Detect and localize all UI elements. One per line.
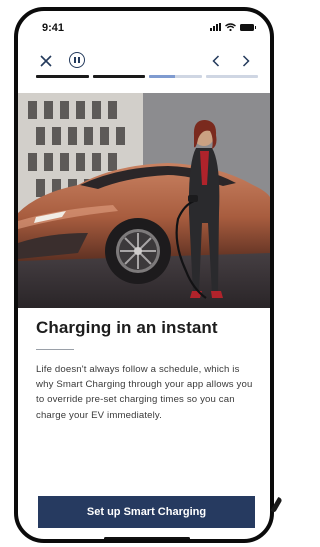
- progress-segment-3: [149, 75, 202, 78]
- next-button[interactable]: [236, 51, 256, 71]
- close-button[interactable]: [36, 51, 56, 71]
- battery-icon: [240, 23, 256, 31]
- home-indicator[interactable]: [104, 537, 190, 539]
- status-icons: [210, 23, 256, 31]
- progress-segment-fill: [92, 75, 145, 78]
- close-icon: [40, 55, 52, 67]
- status-time: 9:41: [42, 22, 65, 34]
- status-bar: 9:41: [18, 11, 270, 45]
- story-progress: [36, 75, 258, 78]
- phone-frame: 9:41 Charging in an instant Life doesn't…: [14, 7, 274, 543]
- signal-icon: [210, 23, 221, 31]
- chevron-right-icon: [242, 55, 250, 67]
- hero-image: [18, 93, 270, 308]
- progress-segment-fill: [149, 75, 176, 78]
- card-title: Charging in an instant: [36, 318, 218, 337]
- title-divider: [36, 349, 74, 350]
- chevron-left-icon: [212, 55, 220, 67]
- wifi-icon: [225, 23, 236, 31]
- pause-icon: [74, 57, 76, 63]
- pause-button[interactable]: [69, 52, 85, 68]
- progress-segment-1: [36, 75, 89, 78]
- story-toolbar: [18, 49, 270, 73]
- progress-segment-2: [92, 75, 145, 78]
- card-content: Charging in an instant Life doesn't alwa…: [36, 318, 256, 423]
- previous-button[interactable]: [206, 51, 226, 71]
- car-charging-illustration: [18, 93, 270, 308]
- progress-segment-4: [205, 75, 258, 78]
- set-up-smart-charging-button[interactable]: Set up Smart Charging: [38, 496, 255, 528]
- card-body: Life doesn't always follow a schedule, w…: [36, 364, 253, 421]
- progress-segment-fill: [36, 75, 89, 78]
